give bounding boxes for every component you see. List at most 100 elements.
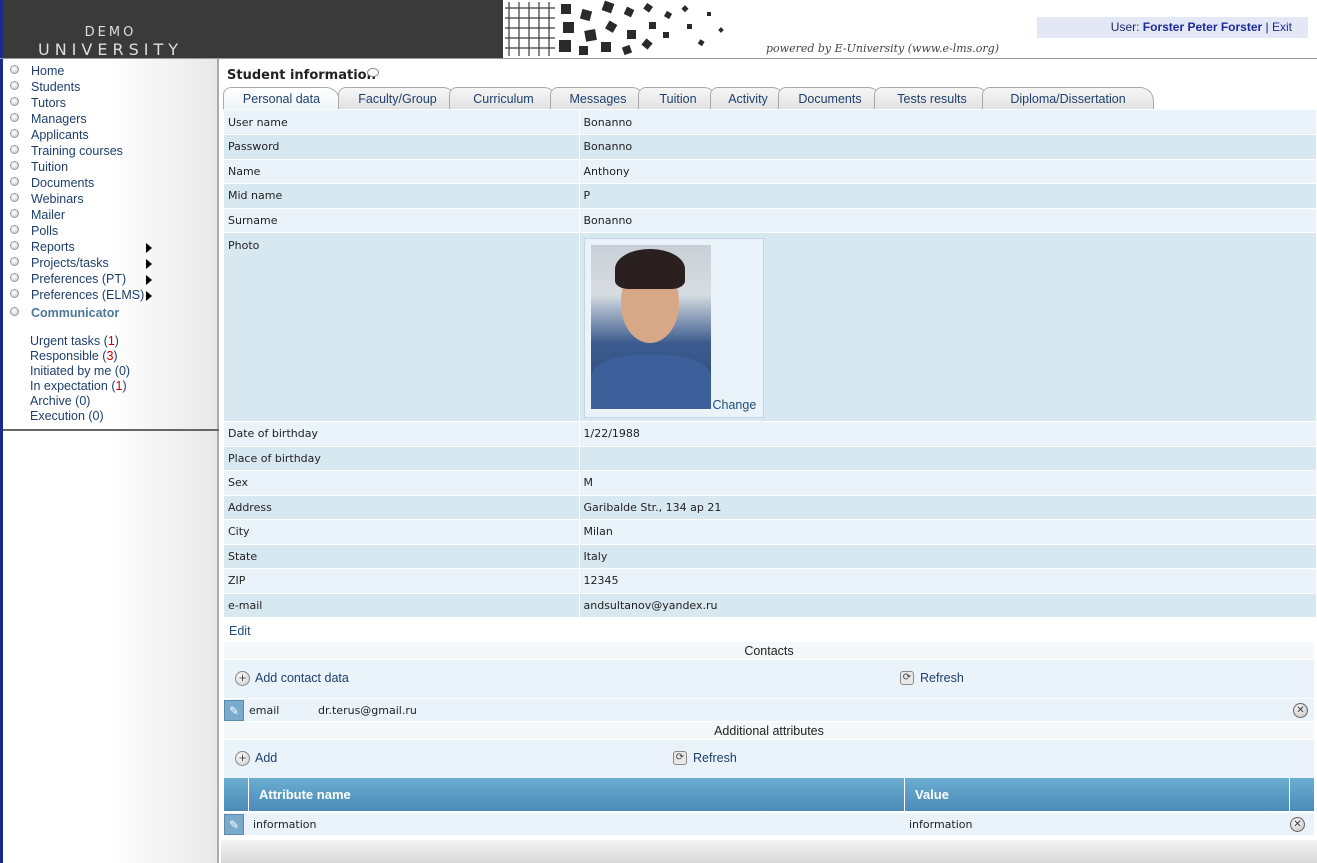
field-label: User name xyxy=(224,110,580,135)
user-name-link[interactable]: Forster Peter Forster xyxy=(1143,20,1262,34)
tab-faculty-group[interactable]: Faculty/Group xyxy=(338,87,457,109)
field-value: Italy xyxy=(579,544,1316,569)
sidebar-item-label: Polls xyxy=(31,224,59,238)
sidebar-item-projects-tasks[interactable]: Projects/tasks xyxy=(7,255,217,271)
sidebar-item-students[interactable]: Students xyxy=(7,79,217,95)
task-link-archive[interactable]: Archive (0) xyxy=(30,394,130,409)
field-row-surname: Surname Bonanno xyxy=(224,208,1316,233)
field-value: 12345 xyxy=(579,568,1316,594)
sidebar-item-label: Reports xyxy=(31,240,75,254)
tab-personal-data[interactable]: Personal data xyxy=(223,87,340,109)
sidebar-item-home[interactable]: Home xyxy=(7,63,217,79)
user-separator: | xyxy=(1265,20,1269,34)
field-row-password: Password Bonanno xyxy=(224,134,1316,160)
circle-bullet-icon xyxy=(10,129,19,138)
circle-bullet-icon xyxy=(10,193,19,202)
sidebar-item-webinars[interactable]: Webinars xyxy=(7,191,217,207)
circle-bullet-icon xyxy=(10,209,19,218)
field-label: State xyxy=(224,544,580,569)
exit-link[interactable]: Exit xyxy=(1272,20,1292,34)
sidebar-item-preferences-pt[interactable]: Preferences (PT) xyxy=(7,271,217,287)
photo-shirt xyxy=(590,355,711,409)
task-label: In expectation xyxy=(30,379,108,393)
circle-bullet-icon xyxy=(10,289,19,298)
tab-messages[interactable]: Messages xyxy=(550,87,646,109)
tab-tests-results[interactable]: Tests results xyxy=(874,87,990,109)
refresh-contacts-button[interactable]: ⟳ Refresh xyxy=(900,670,964,686)
circle-bullet-icon xyxy=(10,307,19,316)
tab-activity[interactable]: Activity xyxy=(710,87,786,109)
tab-tuition[interactable]: Tuition xyxy=(638,87,718,109)
task-link-initiated[interactable]: Initiated by me (0) xyxy=(30,364,130,379)
sidebar-item-polls[interactable]: Polls xyxy=(7,223,217,239)
powered-by-text[interactable]: powered by E-University (www.e-lms.org) xyxy=(766,42,999,55)
app-header: DEMO UNIVERSITY powered by E-University … xyxy=(0,0,1317,59)
circle-bullet-icon xyxy=(10,97,19,106)
field-row-sex: Sex M xyxy=(224,470,1316,496)
tab-bar: Personal data Faculty/Group Curriculum M… xyxy=(223,87,1317,109)
sidebar-item-reports[interactable]: Reports xyxy=(7,239,217,255)
change-photo-link[interactable]: Change xyxy=(713,398,757,412)
sidebar-divider xyxy=(3,429,219,431)
refresh-label: Refresh xyxy=(920,671,964,685)
delete-x-icon[interactable]: ✕ xyxy=(1293,703,1308,718)
add-contact-label: Add contact data xyxy=(255,671,349,685)
add-contact-button[interactable]: + Add contact data xyxy=(235,670,349,686)
field-label: ZIP xyxy=(224,568,580,594)
task-link-execution[interactable]: Execution (0) xyxy=(30,409,130,424)
edit-pencil-icon[interactable]: ✎ xyxy=(224,700,244,721)
sidebar-item-managers[interactable]: Managers xyxy=(7,111,217,127)
refresh-attributes-button[interactable]: ⟳ Refresh xyxy=(673,750,737,766)
sidebar-item-preferences-elms[interactable]: Preferences (ELMS) xyxy=(7,287,217,303)
field-label: City xyxy=(224,519,580,545)
tab-documents[interactable]: Documents xyxy=(778,87,882,109)
field-value: Bonanno xyxy=(579,208,1316,233)
circle-bullet-icon xyxy=(10,65,19,74)
task-link-urgent[interactable]: Urgent tasks (1) xyxy=(30,334,130,349)
sidebar-menu: Home Students Tutors Managers Applicants… xyxy=(7,63,217,321)
logo-bottom-text: UNIVERSITY xyxy=(38,40,183,59)
field-label: Address xyxy=(224,495,580,520)
sidebar-item-label: Preferences (PT) xyxy=(31,272,127,286)
field-value: 1/22/1988 xyxy=(579,421,1316,447)
tab-diploma-dissertation[interactable]: Diploma/Dissertation xyxy=(982,87,1154,109)
add-attribute-button[interactable]: + Add xyxy=(235,750,277,766)
edit-pencil-icon[interactable]: ✎ xyxy=(224,814,244,835)
sidebar: Home Students Tutors Managers Applicants… xyxy=(0,59,219,863)
contact-row: ✎ email dr.terus@gmail.ru ✕ xyxy=(224,698,1314,722)
field-value: Garibalde Str., 134 ap 21 xyxy=(579,495,1316,520)
contacts-title: Contacts xyxy=(224,642,1314,660)
column-header-attribute-name[interactable]: Attribute name xyxy=(248,778,904,812)
photo-hair xyxy=(614,249,685,289)
contact-type: email xyxy=(249,704,280,717)
arrow-right-icon xyxy=(146,243,152,253)
attribute-name: information xyxy=(253,818,317,831)
sidebar-item-tuition[interactable]: Tuition xyxy=(7,159,217,175)
field-row-zip: ZIP 12345 xyxy=(224,568,1316,594)
sidebar-item-tutors[interactable]: Tutors xyxy=(7,95,217,111)
task-link-responsible[interactable]: Responsible (3) xyxy=(30,349,130,364)
field-label: Place of birthday xyxy=(224,446,580,471)
circle-bullet-icon xyxy=(10,145,19,154)
field-label: Name xyxy=(224,159,580,184)
sidebar-item-mailer[interactable]: Mailer xyxy=(7,207,217,223)
circle-bullet-icon xyxy=(10,81,19,90)
sidebar-item-communicator[interactable]: Communicator xyxy=(7,305,217,321)
delete-x-icon[interactable]: ✕ xyxy=(1290,817,1305,832)
edit-link[interactable]: Edit xyxy=(229,624,251,638)
sidebar-item-label: Mailer xyxy=(31,208,66,222)
refresh-icon: ⟳ xyxy=(900,671,914,685)
speech-bubble-icon[interactable] xyxy=(367,68,379,77)
sidebar-item-label: Students xyxy=(31,80,81,94)
sidebar-item-training-courses[interactable]: Training courses xyxy=(7,143,217,159)
tab-curriculum[interactable]: Curriculum xyxy=(449,87,558,109)
attribute-value: information xyxy=(909,818,973,831)
sidebar-item-applicants[interactable]: Applicants xyxy=(7,127,217,143)
field-row-birthdate: Date of birthday 1/22/1988 xyxy=(224,421,1316,447)
task-link-expectation[interactable]: In expectation (1) xyxy=(30,379,130,394)
sidebar-item-documents[interactable]: Documents xyxy=(7,175,217,191)
circle-bullet-icon xyxy=(10,161,19,170)
column-header-value[interactable]: Value xyxy=(904,778,1289,812)
field-label: Surname xyxy=(224,208,580,233)
university-logo[interactable]: DEMO UNIVERSITY xyxy=(0,0,218,59)
